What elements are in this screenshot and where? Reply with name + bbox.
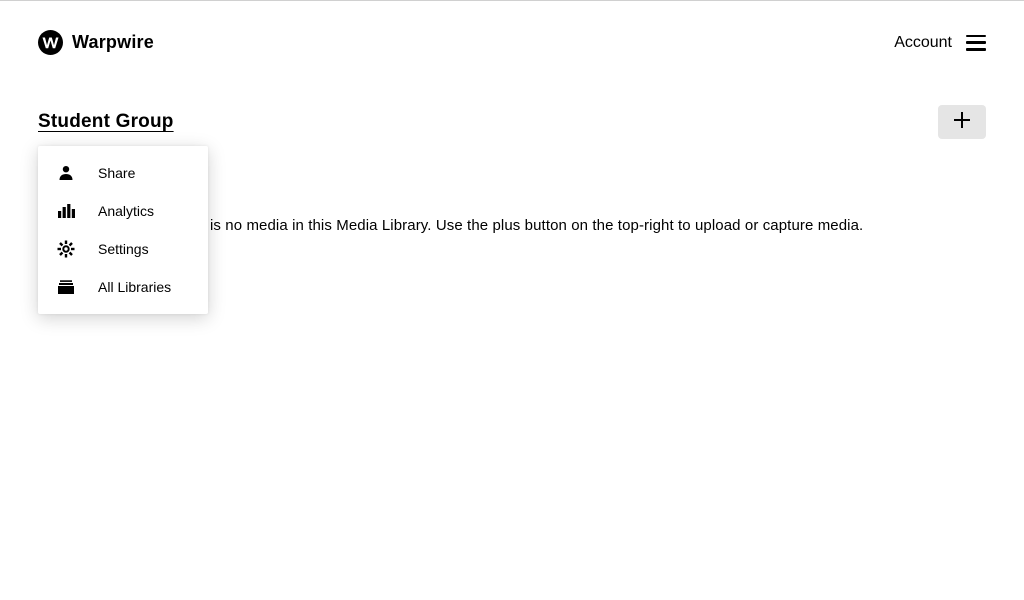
gear-icon bbox=[56, 239, 76, 259]
dropdown-item-label: Settings bbox=[98, 241, 149, 257]
dropdown-item-share[interactable]: Share bbox=[38, 154, 208, 192]
brand-name: Warpwire bbox=[72, 32, 154, 53]
dropdown-item-settings[interactable]: Settings bbox=[38, 230, 208, 268]
header-right: Account bbox=[894, 34, 986, 52]
dropdown-item-label: All Libraries bbox=[98, 279, 171, 295]
brand[interactable]: Warpwire bbox=[38, 30, 154, 55]
brand-logo-icon bbox=[38, 30, 63, 55]
account-link[interactable]: Account bbox=[894, 34, 952, 52]
add-button[interactable] bbox=[938, 105, 986, 139]
dropdown-item-label: Share bbox=[98, 165, 135, 181]
titlebar: Student Group bbox=[0, 57, 1024, 139]
page-title[interactable]: Student Group bbox=[38, 111, 174, 133]
person-icon bbox=[56, 163, 76, 183]
libraries-icon bbox=[56, 277, 76, 297]
page-title-dropdown: Share Analytics bbox=[38, 146, 208, 314]
header: Warpwire Account bbox=[0, 1, 1024, 57]
dropdown-item-all-libraries[interactable]: All Libraries bbox=[38, 268, 208, 306]
menu-icon[interactable] bbox=[966, 35, 986, 51]
analytics-icon bbox=[56, 201, 76, 221]
dropdown-item-label: Analytics bbox=[98, 203, 154, 219]
plus-icon bbox=[953, 111, 971, 134]
dropdown-item-analytics[interactable]: Analytics bbox=[38, 192, 208, 230]
